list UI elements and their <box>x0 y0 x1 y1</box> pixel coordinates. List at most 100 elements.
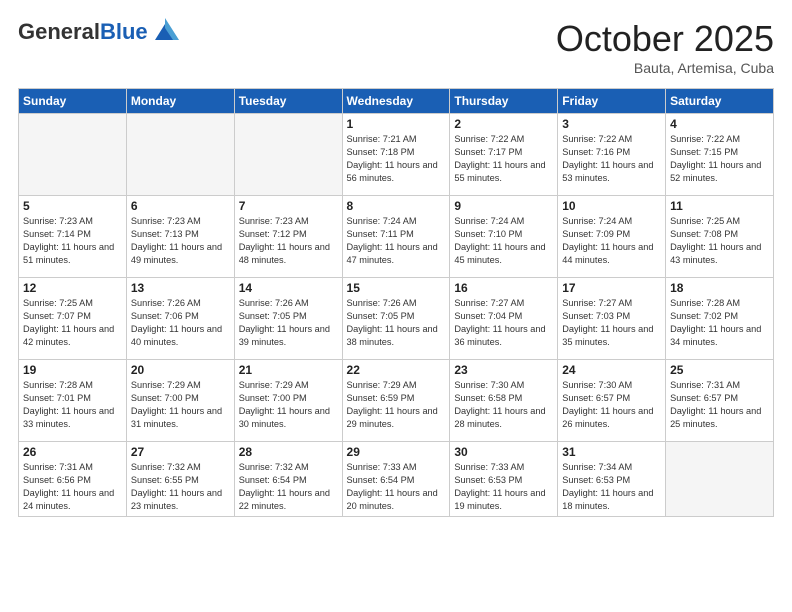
calendar-cell: 16Sunrise: 7:27 AMSunset: 7:04 PMDayligh… <box>450 278 558 360</box>
day-info: Sunrise: 7:29 AMSunset: 7:00 PMDaylight:… <box>239 379 338 431</box>
day-number: 12 <box>23 281 122 295</box>
day-info: Sunrise: 7:32 AMSunset: 6:54 PMDaylight:… <box>239 461 338 513</box>
day-info: Sunrise: 7:28 AMSunset: 7:02 PMDaylight:… <box>670 297 769 349</box>
day-info: Sunrise: 7:22 AMSunset: 7:16 PMDaylight:… <box>562 133 661 185</box>
calendar-header-thursday: Thursday <box>450 89 558 114</box>
calendar-cell: 5 Sunrise: 7:23 AMSunset: 7:14 PMDaylight… <box>19 196 127 278</box>
day-info: Sunrise: 7:25 AMSunset: 7:07 PMDaylight:… <box>23 297 122 349</box>
calendar-cell: 21Sunrise: 7:29 AMSunset: 7:00 PMDayligh… <box>234 360 342 442</box>
calendar-week-row: 5 Sunrise: 7:23 AMSunset: 7:14 PMDaylight… <box>19 196 774 278</box>
day-number: 7 <box>239 199 338 213</box>
calendar-cell: 2 Sunrise: 7:22 AMSunset: 7:17 PMDaylight… <box>450 114 558 196</box>
calendar-cell: 1 Sunrise: 7:21 AMSunset: 7:18 PMDaylight… <box>342 114 450 196</box>
day-number: 30 <box>454 445 553 459</box>
calendar-cell: 26Sunrise: 7:31 AMSunset: 6:56 PMDayligh… <box>19 442 127 517</box>
day-info: Sunrise: 7:29 AMSunset: 6:59 PMDaylight:… <box>347 379 446 431</box>
day-number: 28 <box>239 445 338 459</box>
day-number: 20 <box>131 363 230 377</box>
day-info: Sunrise: 7:33 AMSunset: 6:54 PMDaylight:… <box>347 461 446 513</box>
day-number: 18 <box>670 281 769 295</box>
calendar-cell: 23Sunrise: 7:30 AMSunset: 6:58 PMDayligh… <box>450 360 558 442</box>
day-info: Sunrise: 7:26 AMSunset: 7:05 PMDaylight:… <box>239 297 338 349</box>
calendar-cell: 4 Sunrise: 7:22 AMSunset: 7:15 PMDaylight… <box>666 114 774 196</box>
calendar-cell: 19Sunrise: 7:28 AMSunset: 7:01 PMDayligh… <box>19 360 127 442</box>
day-info: Sunrise: 7:31 AMSunset: 6:57 PMDaylight:… <box>670 379 769 431</box>
day-number: 17 <box>562 281 661 295</box>
day-number: 22 <box>347 363 446 377</box>
day-info: Sunrise: 7:34 AMSunset: 6:53 PMDaylight:… <box>562 461 661 513</box>
calendar-cell: 10Sunrise: 7:24 AMSunset: 7:09 PMDayligh… <box>558 196 666 278</box>
location: Bauta, Artemisa, Cuba <box>556 60 774 76</box>
calendar-cell <box>126 114 234 196</box>
calendar-table: SundayMondayTuesdayWednesdayThursdayFrid… <box>18 88 774 517</box>
day-info: Sunrise: 7:28 AMSunset: 7:01 PMDaylight:… <box>23 379 122 431</box>
day-info: Sunrise: 7:22 AMSunset: 7:17 PMDaylight:… <box>454 133 553 185</box>
calendar-cell: 29 Sunrise: 7:33 AMSunset: 6:54 PMDayligh… <box>342 442 450 517</box>
calendar-header-sunday: Sunday <box>19 89 127 114</box>
day-number: 14 <box>239 281 338 295</box>
calendar-cell: 7 Sunrise: 7:23 AMSunset: 7:12 PMDaylight… <box>234 196 342 278</box>
calendar-header-friday: Friday <box>558 89 666 114</box>
day-number: 8 <box>347 199 446 213</box>
calendar-cell: 30 Sunrise: 7:33 AMSunset: 6:53 PMDayligh… <box>450 442 558 517</box>
day-number: 26 <box>23 445 122 459</box>
calendar-header-saturday: Saturday <box>666 89 774 114</box>
calendar-header-wednesday: Wednesday <box>342 89 450 114</box>
calendar-week-row: 26Sunrise: 7:31 AMSunset: 6:56 PMDayligh… <box>19 442 774 517</box>
calendar-cell: 14 Sunrise: 7:26 AMSunset: 7:05 PMDayligh… <box>234 278 342 360</box>
day-info: Sunrise: 7:30 AMSunset: 6:58 PMDaylight:… <box>454 379 553 431</box>
calendar-cell: 11 Sunrise: 7:25 AMSunset: 7:08 PMDayligh… <box>666 196 774 278</box>
day-number: 9 <box>454 199 553 213</box>
calendar-cell: 12 Sunrise: 7:25 AMSunset: 7:07 PMDayligh… <box>19 278 127 360</box>
calendar-week-row: 12 Sunrise: 7:25 AMSunset: 7:07 PMDayligh… <box>19 278 774 360</box>
calendar-cell: 17 Sunrise: 7:27 AMSunset: 7:03 PMDayligh… <box>558 278 666 360</box>
logo: GeneralBlue <box>18 18 179 46</box>
day-info: Sunrise: 7:29 AMSunset: 7:00 PMDaylight:… <box>131 379 230 431</box>
calendar-cell: 8 Sunrise: 7:24 AMSunset: 7:11 PMDaylight… <box>342 196 450 278</box>
day-info: Sunrise: 7:26 AMSunset: 7:05 PMDaylight:… <box>347 297 446 349</box>
day-info: Sunrise: 7:21 AMSunset: 7:18 PMDaylight:… <box>347 133 446 185</box>
day-info: Sunrise: 7:24 AMSunset: 7:11 PMDaylight:… <box>347 215 446 267</box>
day-info: Sunrise: 7:23 AMSunset: 7:12 PMDaylight:… <box>239 215 338 267</box>
calendar-cell: 13 Sunrise: 7:26 AMSunset: 7:06 PMDayligh… <box>126 278 234 360</box>
day-number: 29 <box>347 445 446 459</box>
calendar-week-row: 1 Sunrise: 7:21 AMSunset: 7:18 PMDaylight… <box>19 114 774 196</box>
calendar-week-row: 19Sunrise: 7:28 AMSunset: 7:01 PMDayligh… <box>19 360 774 442</box>
day-info: Sunrise: 7:32 AMSunset: 6:55 PMDaylight:… <box>131 461 230 513</box>
day-info: Sunrise: 7:30 AMSunset: 6:57 PMDaylight:… <box>562 379 661 431</box>
calendar-cell: 3 Sunrise: 7:22 AMSunset: 7:16 PMDaylight… <box>558 114 666 196</box>
day-number: 13 <box>131 281 230 295</box>
day-number: 31 <box>562 445 661 459</box>
day-info: Sunrise: 7:27 AMSunset: 7:03 PMDaylight:… <box>562 297 661 349</box>
day-number: 2 <box>454 117 553 131</box>
calendar-cell: 28 Sunrise: 7:32 AMSunset: 6:54 PMDayligh… <box>234 442 342 517</box>
day-info: Sunrise: 7:26 AMSunset: 7:06 PMDaylight:… <box>131 297 230 349</box>
day-number: 1 <box>347 117 446 131</box>
calendar-cell <box>666 442 774 517</box>
calendar-cell: 20 Sunrise: 7:29 AMSunset: 7:00 PMDayligh… <box>126 360 234 442</box>
calendar-header-tuesday: Tuesday <box>234 89 342 114</box>
day-number: 24 <box>562 363 661 377</box>
day-info: Sunrise: 7:24 AMSunset: 7:10 PMDaylight:… <box>454 215 553 267</box>
day-number: 5 <box>23 199 122 213</box>
calendar-cell: 25Sunrise: 7:31 AMSunset: 6:57 PMDayligh… <box>666 360 774 442</box>
day-info: Sunrise: 7:33 AMSunset: 6:53 PMDaylight:… <box>454 461 553 513</box>
day-number: 16 <box>454 281 553 295</box>
calendar-header-row: SundayMondayTuesdayWednesdayThursdayFrid… <box>19 89 774 114</box>
header: GeneralBlue October 2025 Bauta, Artemisa… <box>18 18 774 76</box>
day-number: 11 <box>670 199 769 213</box>
logo-blue-text: Blue <box>100 19 148 44</box>
calendar-cell: 22 Sunrise: 7:29 AMSunset: 6:59 PMDayligh… <box>342 360 450 442</box>
day-number: 4 <box>670 117 769 131</box>
day-number: 3 <box>562 117 661 131</box>
month-title: October 2025 <box>556 18 774 60</box>
calendar-cell <box>234 114 342 196</box>
day-info: Sunrise: 7:22 AMSunset: 7:15 PMDaylight:… <box>670 133 769 185</box>
title-block: October 2025 Bauta, Artemisa, Cuba <box>556 18 774 76</box>
calendar-cell: 31 Sunrise: 7:34 AMSunset: 6:53 PMDayligh… <box>558 442 666 517</box>
day-info: Sunrise: 7:23 AMSunset: 7:14 PMDaylight:… <box>23 215 122 267</box>
day-info: Sunrise: 7:25 AMSunset: 7:08 PMDaylight:… <box>670 215 769 267</box>
calendar-cell: 27Sunrise: 7:32 AMSunset: 6:55 PMDayligh… <box>126 442 234 517</box>
logo-general-text: General <box>18 19 100 44</box>
day-number: 6 <box>131 199 230 213</box>
